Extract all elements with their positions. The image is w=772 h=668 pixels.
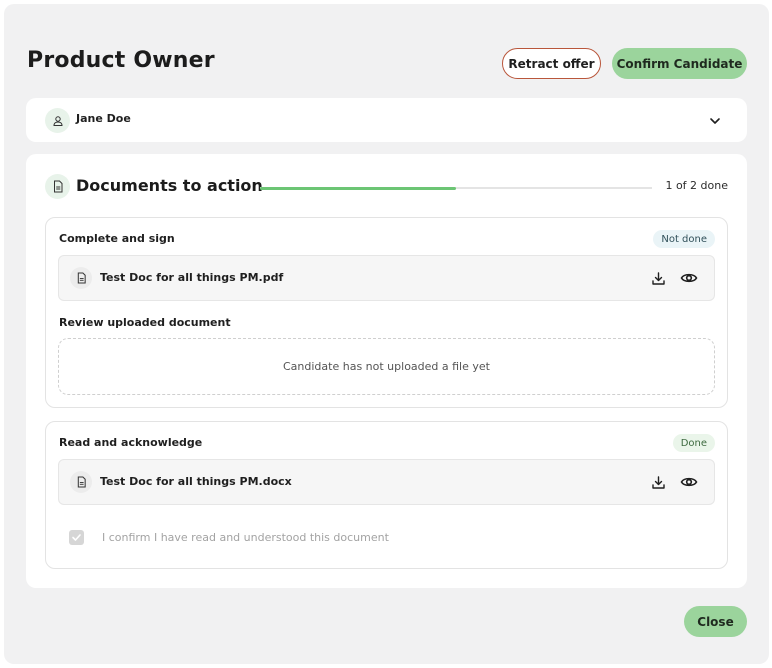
upload-placeholder: Candidate has not uploaded a file yet <box>283 360 490 373</box>
acknowledge-label: I confirm I have read and understood thi… <box>102 531 389 544</box>
documents-progress-bar <box>260 186 652 190</box>
page-title: Product Owner <box>27 48 215 73</box>
documents-progress-text: 1 of 2 done <box>665 179 728 192</box>
person-icon <box>45 108 70 133</box>
upload-dropzone: Candidate has not uploaded a file yet <box>58 338 715 395</box>
read-and-acknowledge-section: Read and acknowledge Done Test Doc for a… <box>45 421 728 569</box>
candidate-name: Jane Doe <box>76 112 131 125</box>
documents-progress-fill <box>260 186 456 190</box>
download-icon[interactable] <box>649 473 667 491</box>
file-row: Test Doc for all things PM.pdf <box>58 255 715 301</box>
close-button[interactable]: Close <box>684 606 747 637</box>
eye-icon[interactable] <box>680 473 698 491</box>
section-title: Complete and sign <box>59 232 175 245</box>
acknowledge-checkbox[interactable] <box>69 530 84 545</box>
file-name: Test Doc for all things PM.pdf <box>100 271 284 284</box>
chevron-down-icon[interactable] <box>708 113 722 127</box>
complete-and-sign-section: Complete and sign Not done Test Doc for … <box>45 217 728 408</box>
candidate-accordion[interactable]: Jane Doe <box>26 98 747 142</box>
retract-offer-button[interactable]: Retract offer <box>502 48 601 79</box>
file-name: Test Doc for all things PM.docx <box>100 475 292 488</box>
file-row: Test Doc for all things PM.docx <box>58 459 715 505</box>
modal: Product Owner Retract offer Confirm Cand… <box>4 4 769 664</box>
section-title: Read and acknowledge <box>59 436 203 449</box>
document-icon <box>70 267 92 289</box>
confirm-candidate-button[interactable]: Confirm Candidate <box>612 48 747 79</box>
document-icon <box>45 174 70 199</box>
document-icon <box>70 471 92 493</box>
documents-card: Documents to action 1 of 2 done Complete… <box>26 154 747 588</box>
review-title: Review uploaded document <box>59 316 231 329</box>
download-icon[interactable] <box>649 269 667 287</box>
acknowledge-row: I confirm I have read and understood thi… <box>69 530 389 545</box>
status-badge: Not done <box>653 230 715 248</box>
eye-icon[interactable] <box>680 269 698 287</box>
documents-title: Documents to action <box>76 176 263 195</box>
status-badge: Done <box>672 434 715 452</box>
